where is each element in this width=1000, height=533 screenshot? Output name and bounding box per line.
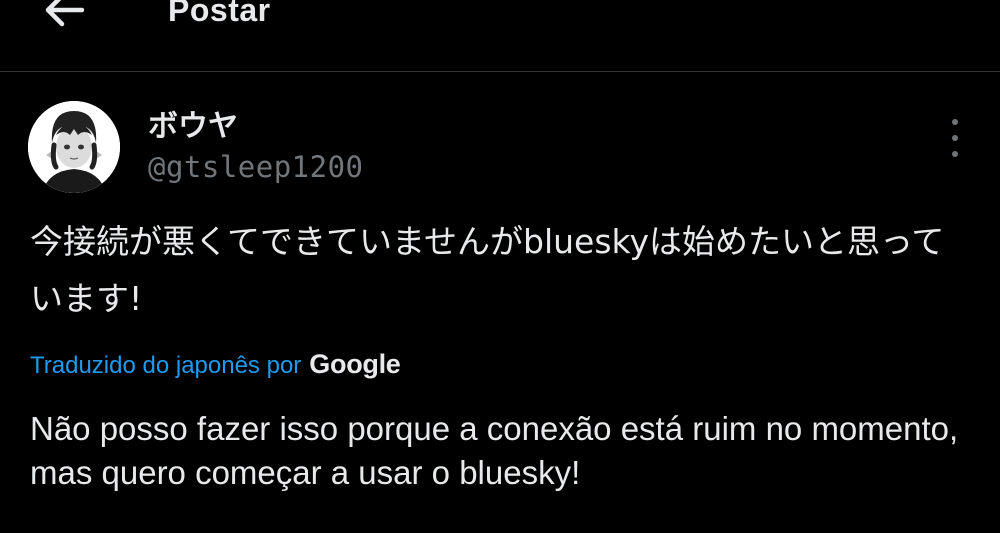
back-button[interactable] xyxy=(40,0,88,34)
author-info: ボウヤ @gtsleep1200 xyxy=(148,109,364,185)
post: ボウヤ @gtsleep1200 今接続が悪くてできていませんがblueskyは… xyxy=(0,73,1000,533)
page-title: Postar xyxy=(168,0,271,28)
post-text: 今接続が悪くてできていませんがblueskyは始めたいと思っています! xyxy=(30,222,945,318)
more-vertical-icon-dot xyxy=(952,135,958,141)
avatar[interactable] xyxy=(28,101,120,193)
google-logo: Google xyxy=(309,349,401,379)
top-app-bar: Postar xyxy=(0,0,1000,72)
translation-attribution: Traduzido do japonês por Google xyxy=(30,349,401,379)
avatar-illustration xyxy=(28,101,120,193)
translated-label-link[interactable]: Traduzido do japonês por xyxy=(30,352,301,380)
more-options-button[interactable] xyxy=(940,119,970,157)
more-vertical-icon-dot xyxy=(952,151,958,157)
translated-text: Não posso fazer isso porque a conexão es… xyxy=(30,410,959,491)
author-display-name[interactable]: ボウヤ xyxy=(148,109,364,145)
author-handle[interactable]: @gtsleep1200 xyxy=(148,149,364,185)
more-vertical-icon xyxy=(952,119,958,125)
arrow-left-icon xyxy=(45,0,84,27)
post-detail-screen: Postar ボウヤ @gtsleep1200 今接続が悪くてできていませんがb… xyxy=(0,0,1000,533)
